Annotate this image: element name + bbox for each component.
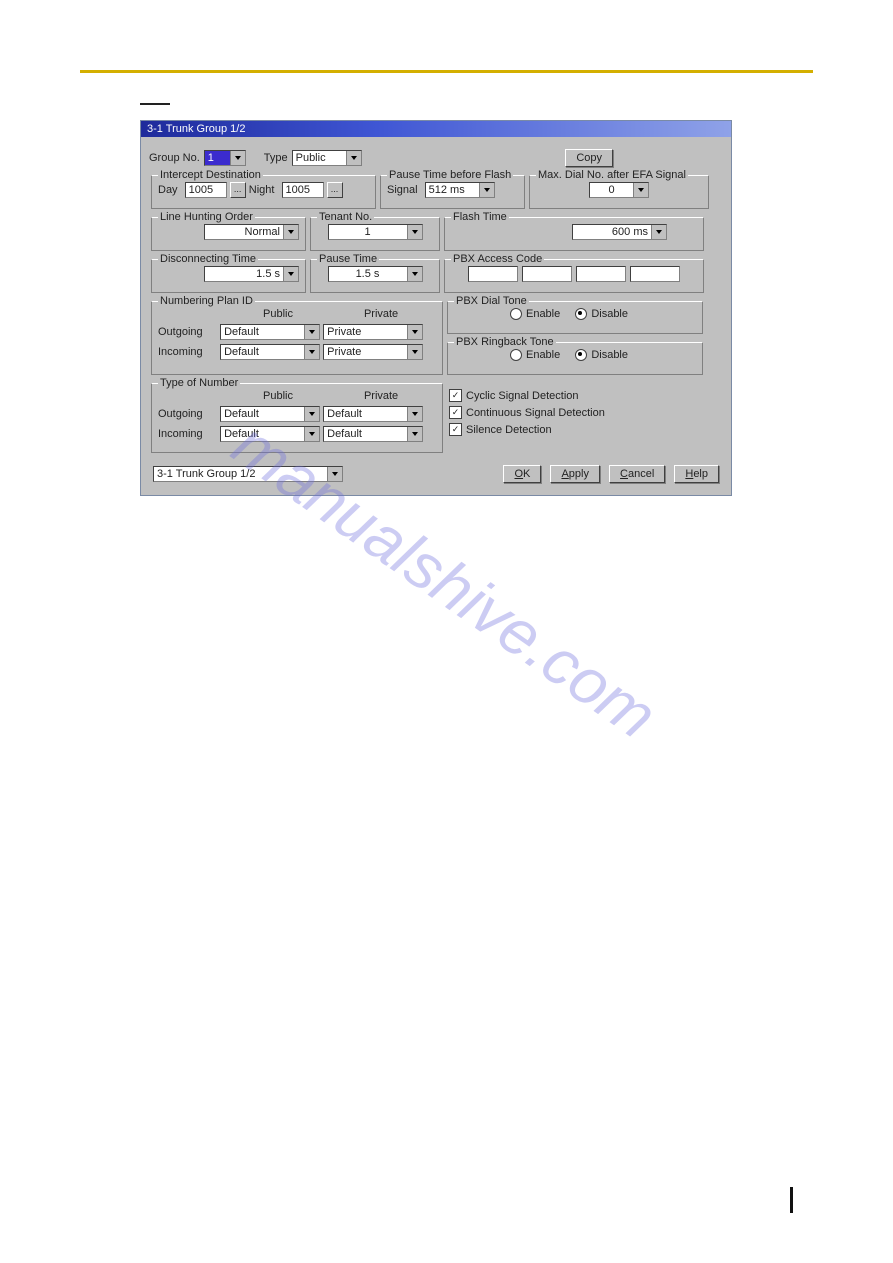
fieldset-pbx-ringback: PBX Ringback Tone Enable Disable (447, 342, 703, 375)
combo-np-in-private[interactable]: Private (323, 344, 423, 360)
check-continuous[interactable]: ✓Continuous Signal Detection (449, 406, 605, 419)
label-tn-outgoing: Outgoing (158, 408, 213, 420)
radio-ringback-disable[interactable]: Disable (575, 349, 628, 361)
tn-col-private: Private (331, 390, 431, 402)
fieldset-pbx-access: PBX Access Code (444, 259, 704, 293)
combo-tn-out-public[interactable]: Default (220, 406, 320, 422)
label-group-no: Group No. (149, 152, 200, 164)
input-pbx-access-1[interactable] (468, 266, 518, 282)
fieldset-intercept: Intercept Destination Day 1005 ... Night… (151, 175, 376, 209)
label-day: Day (158, 184, 178, 196)
input-pbx-access-2[interactable] (522, 266, 572, 282)
label-np-incoming: Incoming (158, 346, 213, 358)
label-tn-incoming: Incoming (158, 428, 213, 440)
combo-type[interactable]: Public (292, 150, 362, 166)
help-button[interactable]: Help (674, 465, 719, 483)
fieldset-tenant: Tenant No. 1 (310, 217, 440, 251)
ok-button[interactable]: OK (503, 465, 541, 483)
combo-tn-in-public[interactable]: Default (220, 426, 320, 442)
radio-dial-disable[interactable]: Disable (575, 308, 628, 320)
numbering-col-private: Private (331, 308, 431, 320)
radio-ringback-enable[interactable]: Enable (510, 349, 560, 361)
combo-np-out-public[interactable]: Default (220, 324, 320, 340)
fieldset-max-dial: Max. Dial No. after EFA Signal 0 (529, 175, 709, 209)
browse-day-button[interactable]: ... (230, 182, 246, 198)
cancel-button[interactable]: Cancel (609, 465, 665, 483)
label-signal: Signal (387, 184, 418, 196)
header-rule (80, 70, 813, 73)
combo-tn-in-private[interactable]: Default (323, 426, 423, 442)
combo-pause-flash[interactable]: 512 ms (425, 182, 495, 198)
fieldset-pause-flash: Pause Time before Flash Signal 512 ms (380, 175, 525, 209)
radio-dial-enable[interactable]: Enable (510, 308, 560, 320)
input-night[interactable]: 1005 (282, 182, 324, 198)
combo-max-dial[interactable]: 0 (589, 182, 649, 198)
check-silence[interactable]: ✓Silence Detection (449, 423, 552, 436)
input-pbx-access-3[interactable] (576, 266, 626, 282)
combo-np-out-private[interactable]: Private (323, 324, 423, 340)
check-cyclic[interactable]: ✓Cyclic Signal Detection (449, 389, 579, 402)
tn-col-public: Public (228, 390, 328, 402)
fieldset-type-number: Type of Number Public Private Outgoing D… (151, 383, 443, 453)
label-np-outgoing: Outgoing (158, 326, 213, 338)
fieldset-flash: Flash Time 600 ms (444, 217, 704, 251)
combo-np-in-public[interactable]: Default (220, 344, 320, 360)
dialog-trunk-group: 3-1 Trunk Group 1/2 Group No. 1 Type Pub… (140, 120, 732, 496)
label-type: Type (264, 152, 288, 164)
browse-night-button[interactable]: ... (327, 182, 343, 198)
combo-tenant[interactable]: 1 (328, 224, 423, 240)
stub-underline (140, 103, 170, 105)
fieldset-line-hunting: Line Hunting Order Normal (151, 217, 306, 251)
label-night: Night (249, 184, 275, 196)
combo-disconnect[interactable]: 1.5 s (204, 266, 299, 282)
combo-line-hunting[interactable]: Normal (204, 224, 299, 240)
combo-group-no[interactable]: 1 (204, 150, 246, 166)
fieldset-pause: Pause Time 1.5 s (310, 259, 440, 293)
copy-button[interactable]: Copy (565, 149, 613, 167)
fieldset-numbering: Numbering Plan ID Public Private Outgoin… (151, 301, 443, 375)
footer-mark (790, 1187, 793, 1213)
numbering-col-public: Public (228, 308, 328, 320)
combo-tn-out-private[interactable]: Default (323, 406, 423, 422)
fieldset-pbx-dial: PBX Dial Tone Enable Disable (447, 301, 703, 334)
combo-flash[interactable]: 600 ms (572, 224, 667, 240)
apply-button[interactable]: Apply (550, 465, 600, 483)
input-day[interactable]: 1005 (185, 182, 227, 198)
combo-nav[interactable]: 3-1 Trunk Group 1/2 (153, 466, 343, 482)
combo-pause[interactable]: 1.5 s (328, 266, 423, 282)
dialog-titlebar: 3-1 Trunk Group 1/2 (141, 121, 731, 137)
input-pbx-access-4[interactable] (630, 266, 680, 282)
fieldset-disconnect: Disconnecting Time 1.5 s (151, 259, 306, 293)
